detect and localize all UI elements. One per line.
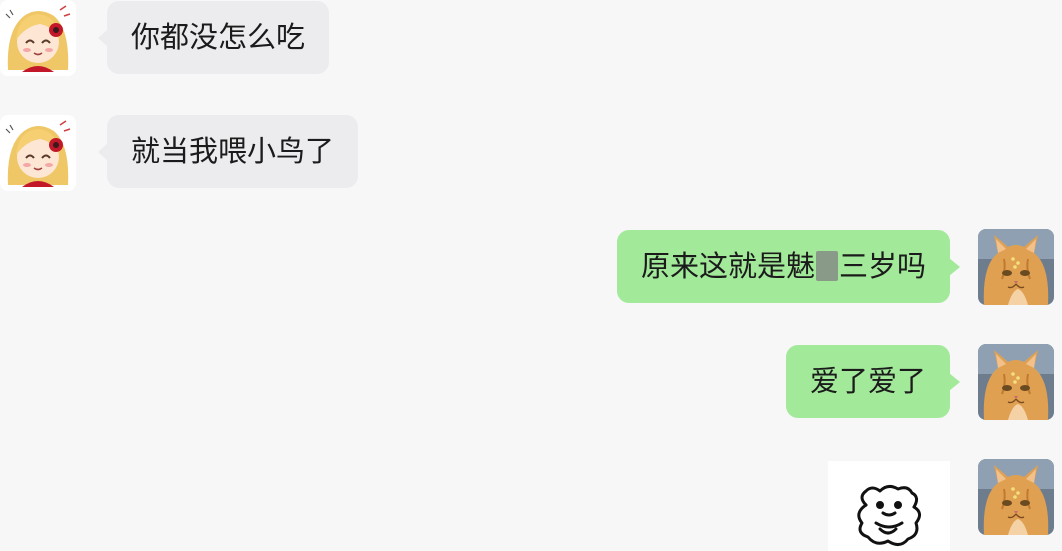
orange-cat-avatar-image [978,344,1054,420]
message-bubble[interactable]: 就当我喂小鸟了 [97,115,359,188]
message-bubble[interactable]: 你都没怎么吃 [97,1,330,74]
orange-cat-avatar[interactable] [978,229,1054,305]
message-bubble[interactable]: 爱了爱了 [785,345,961,418]
message-bubble[interactable]: 原来这就是魅 三岁吗 [616,230,961,303]
message-text-after: 三岁吗 [838,249,926,283]
message-text: 你都没怎么吃 [131,20,306,54]
anime-girl-avatar[interactable] [0,115,76,191]
orange-cat-avatar[interactable] [978,344,1054,420]
anime-girl-avatar[interactable] [0,0,76,76]
bear-sticker-icon [857,484,921,546]
message-text: 爱了爱了 [809,364,926,398]
message-text-before: 原来这就是魅 [640,249,815,283]
redaction-mask [815,251,838,281]
orange-cat-avatar-image [978,229,1054,305]
anime-girl-avatar-image [0,0,76,76]
orange-cat-avatar[interactable] [978,459,1054,535]
chat-area[interactable]: 你都没怎么吃 就当我喂小鸟了 原来这就是魅 三岁吗 爱了爱了 [0,0,1062,551]
cartoon-bear-sticker[interactable] [828,461,950,551]
message-text: 就当我喂小鸟了 [131,134,335,168]
anime-girl-avatar-image [0,115,76,191]
orange-cat-avatar-image [978,459,1054,535]
